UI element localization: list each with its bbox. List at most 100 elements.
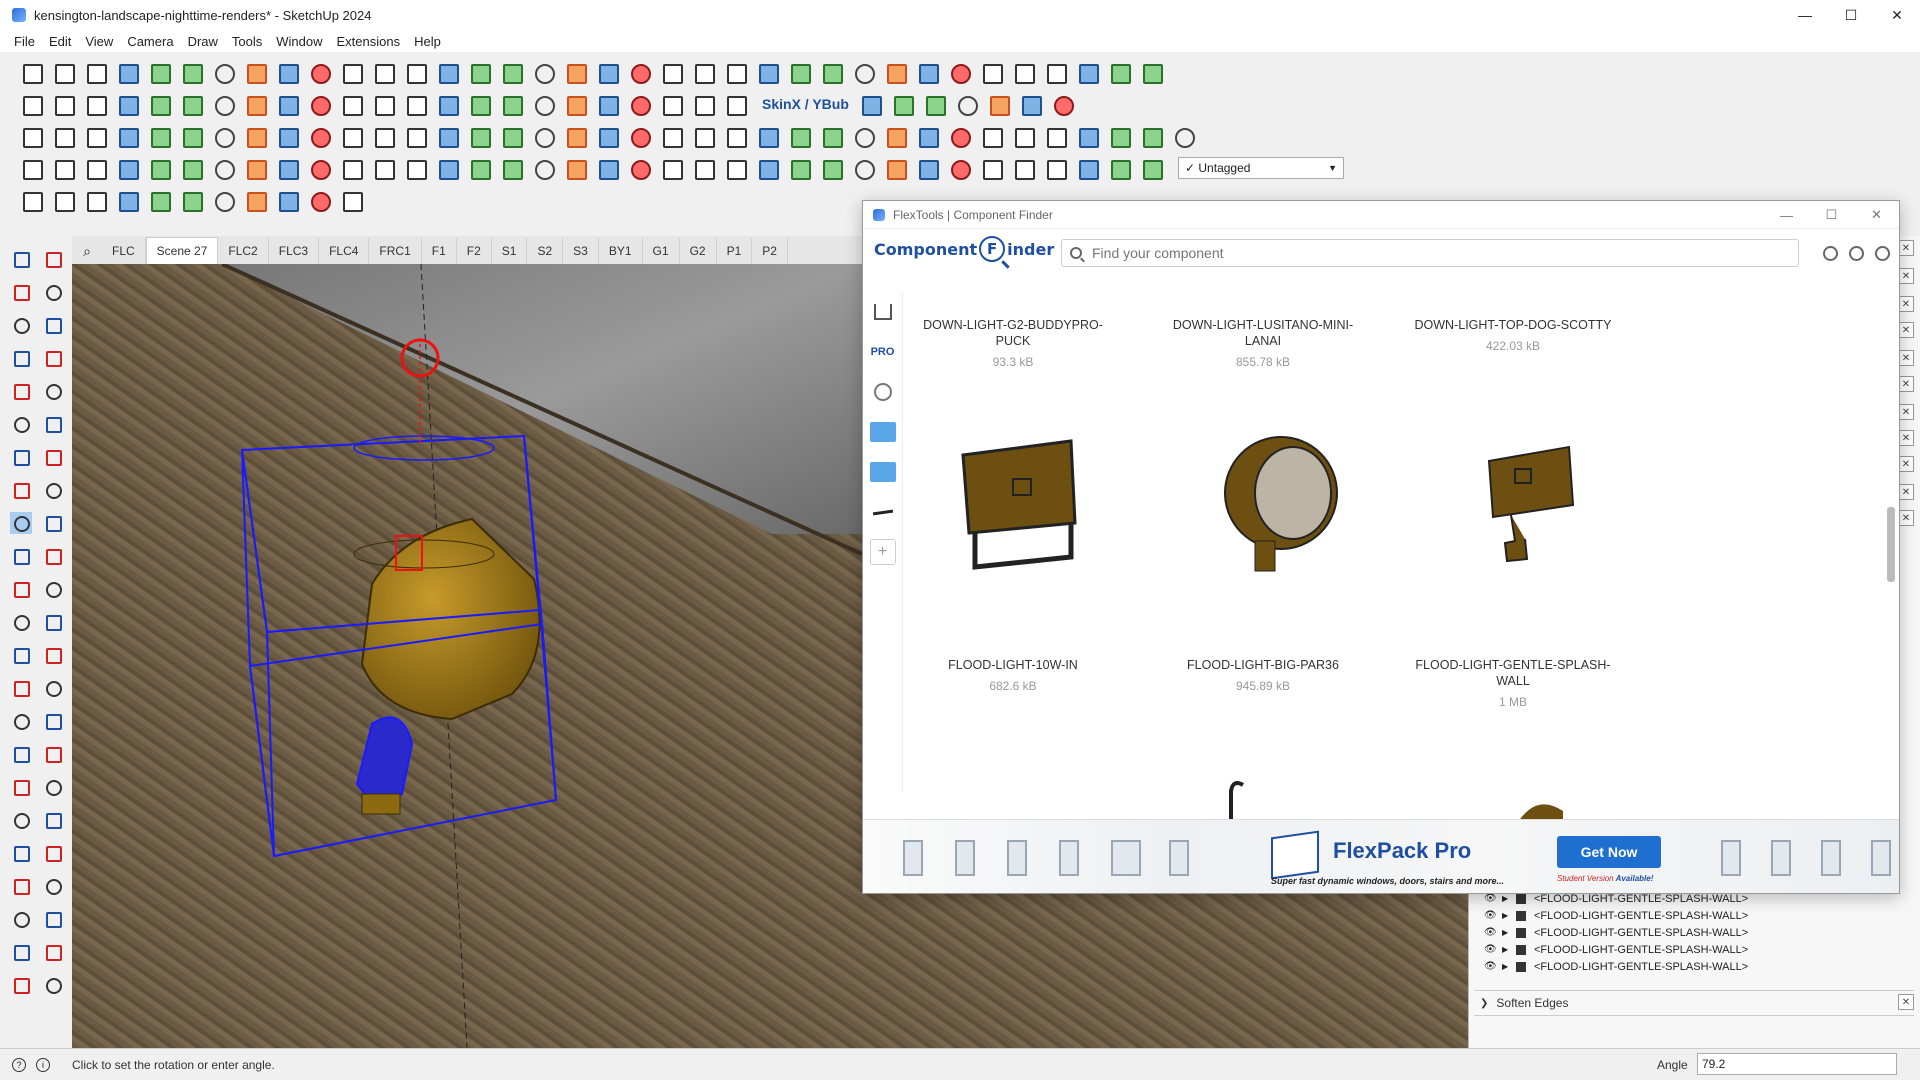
tool-button[interactable]: [42, 314, 64, 336]
tool-button[interactable]: [42, 347, 64, 369]
toolbar-button[interactable]: [18, 91, 44, 117]
info-icon[interactable]: i: [36, 1057, 50, 1072]
toolbar-button[interactable]: [370, 155, 396, 181]
tool-button[interactable]: [10, 677, 32, 699]
menu-draw[interactable]: Draw: [188, 34, 218, 49]
toolbar-button[interactable]: [1042, 59, 1068, 85]
toolbar-button[interactable]: [626, 123, 652, 149]
toolbar-button[interactable]: [921, 91, 947, 117]
scene-tab-s1[interactable]: S1: [492, 238, 528, 264]
toolbar-button[interactable]: [953, 91, 979, 117]
toolbar-button[interactable]: [1106, 123, 1132, 149]
visibility-eye-icon[interactable]: 👁: [1484, 961, 1498, 972]
toolbar-button[interactable]: [594, 91, 620, 117]
zoom-in-icon[interactable]: [1818, 241, 1842, 265]
toolbar-button[interactable]: [434, 155, 460, 181]
toolbar-button[interactable]: [530, 91, 556, 117]
tool-button[interactable]: [10, 413, 32, 435]
finder-minimize-button[interactable]: —: [1764, 201, 1809, 229]
home-icon[interactable]: [870, 299, 896, 325]
toolbar-button[interactable]: [178, 59, 204, 85]
component-card[interactable]: DOWN-LIGHT-LUSITANO-MINI-LANAI 855.78 kB: [1163, 317, 1363, 369]
finder-close-button[interactable]: ✕: [1854, 201, 1899, 229]
toolbar-button[interactable]: [50, 123, 76, 149]
toolbar-button[interactable]: [82, 123, 108, 149]
menu-extensions[interactable]: Extensions: [337, 34, 401, 49]
zoom-out-icon[interactable]: [1844, 241, 1868, 265]
scene-tab-g1[interactable]: G1: [643, 238, 680, 264]
flood-light-fixture[interactable]: [353, 517, 541, 815]
toolbar-button[interactable]: [338, 91, 364, 117]
toolbar-button[interactable]: [498, 123, 524, 149]
visibility-eye-icon[interactable]: 👁: [1484, 944, 1498, 955]
toolbar-button[interactable]: [498, 155, 524, 181]
toolbar-button[interactable]: [434, 91, 460, 117]
toolbar-button[interactable]: [658, 123, 684, 149]
tool-button[interactable]: [42, 479, 64, 501]
visibility-eye-icon[interactable]: 👁: [1484, 893, 1498, 904]
tool-button[interactable]: [10, 710, 32, 732]
search-input[interactable]: [1092, 245, 1782, 261]
toolbar-button[interactable]: [370, 91, 396, 117]
toolbar-button[interactable]: [82, 155, 108, 181]
toolbar-button[interactable]: [889, 91, 915, 117]
menu-window[interactable]: Window: [276, 34, 322, 49]
scene-tab-f1[interactable]: F1: [422, 238, 457, 264]
toolbar-button[interactable]: [818, 155, 844, 181]
tool-button[interactable]: [42, 809, 64, 831]
tray-panel-close-icon[interactable]: ✕: [1898, 240, 1914, 256]
toolbar-button[interactable]: [242, 187, 268, 213]
toolbar-button[interactable]: [690, 155, 716, 181]
tool-button[interactable]: [42, 743, 64, 765]
toolbar-button[interactable]: [306, 187, 332, 213]
outliner-row[interactable]: 👁 ▶ <FLOOD-LIGHT-GENTLE-SPLASH-WALL>: [1474, 941, 1904, 958]
toolbar-button[interactable]: [242, 59, 268, 85]
toolbar-button[interactable]: [1074, 59, 1100, 85]
toolbar-button[interactable]: [882, 123, 908, 149]
tray-panel-close-icon[interactable]: ✕: [1898, 350, 1914, 366]
toolbar-button[interactable]: [594, 155, 620, 181]
expand-arrow-icon[interactable]: ▶: [1502, 945, 1512, 954]
toolbar-button[interactable]: [274, 155, 300, 181]
toolbar-button[interactable]: [306, 123, 332, 149]
toolbar-button[interactable]: [114, 123, 140, 149]
scene-tab-g2[interactable]: G2: [680, 238, 717, 264]
toolbar-button[interactable]: [146, 59, 172, 85]
scene-tab-scene-27[interactable]: Scene 27: [145, 237, 219, 264]
menu-edit[interactable]: Edit: [49, 34, 71, 49]
toolbar-button[interactable]: [146, 187, 172, 213]
toolbar-button[interactable]: [1042, 155, 1068, 181]
tool-button[interactable]: [10, 380, 32, 402]
outliner-row[interactable]: 👁 ▶ <FLOOD-LIGHT-GENTLE-SPLASH-WALL>: [1474, 907, 1904, 924]
toolbar-button[interactable]: [1170, 123, 1196, 149]
toolbar-button[interactable]: [338, 187, 364, 213]
toolbar-button[interactable]: [818, 59, 844, 85]
toolbar-button[interactable]: [82, 59, 108, 85]
toolbar-button[interactable]: [850, 155, 876, 181]
toolbar-button[interactable]: [530, 155, 556, 181]
toolbar-button[interactable]: [50, 91, 76, 117]
scrollbar-thumb[interactable]: [1887, 507, 1895, 582]
tool-button[interactable]: [42, 545, 64, 567]
toolbar-button[interactable]: [338, 155, 364, 181]
tool-button[interactable]: [42, 611, 64, 633]
toolbar-button[interactable]: [466, 123, 492, 149]
menu-view[interactable]: View: [85, 34, 113, 49]
tool-button[interactable]: [42, 842, 64, 864]
toolbar-button[interactable]: [985, 91, 1011, 117]
tool-button[interactable]: [42, 281, 64, 303]
add-icon[interactable]: +: [869, 539, 896, 565]
toolbar-button[interactable]: [562, 59, 588, 85]
tool-button[interactable]: [42, 875, 64, 897]
toolbar-button[interactable]: [18, 123, 44, 149]
flood-light-big-par36-thumbnail[interactable]: [1203, 431, 1343, 581]
minimize-button[interactable]: —: [1782, 0, 1828, 30]
maximize-button[interactable]: ☐: [1828, 0, 1874, 30]
toolbar-button[interactable]: [370, 59, 396, 85]
toolbar-button[interactable]: [18, 59, 44, 85]
toolbar-button[interactable]: [754, 59, 780, 85]
tool-button[interactable]: [42, 248, 64, 270]
component-card[interactable]: DOWN-LIGHT-G2-BUDDYPRO-PUCK 93.3 kB: [913, 317, 1113, 369]
toolbar-button[interactable]: [18, 187, 44, 213]
toolbar-button[interactable]: [1049, 91, 1075, 117]
